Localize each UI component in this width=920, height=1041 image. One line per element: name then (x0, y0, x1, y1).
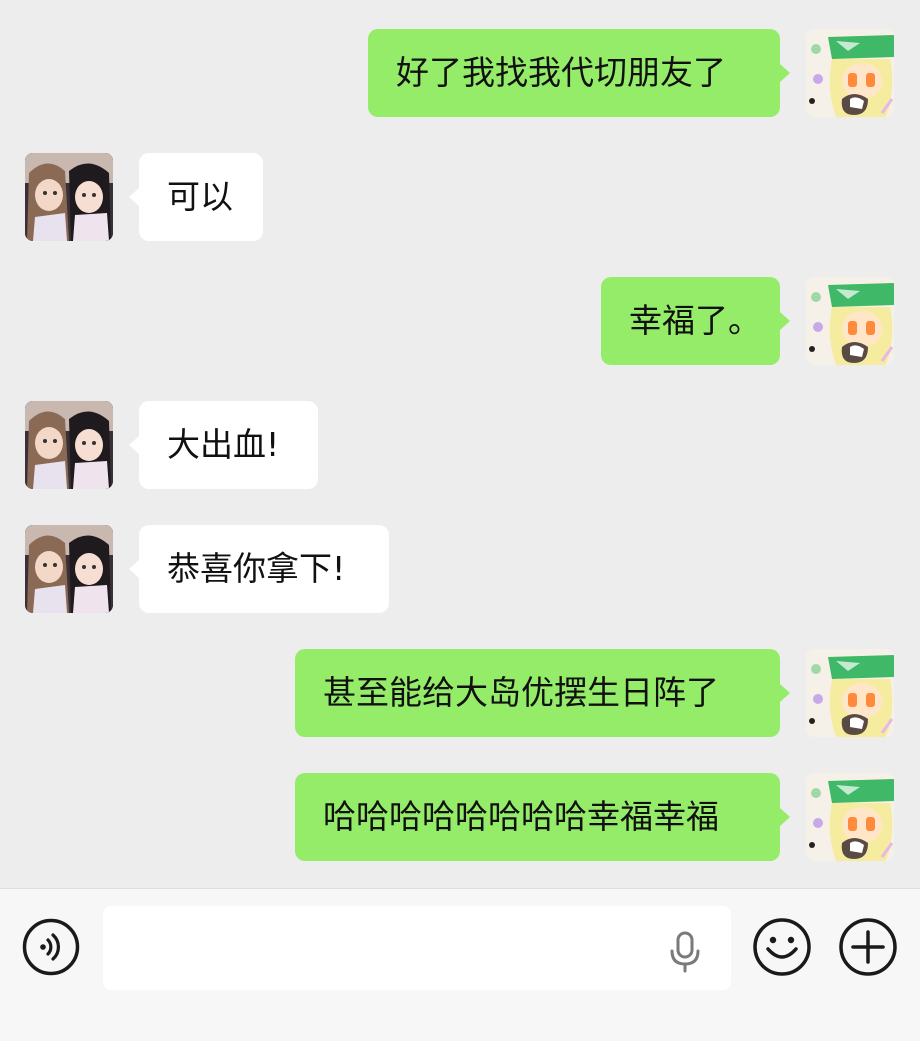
message-bubble-outgoing[interactable]: 甚至能给大岛优摆生日阵了 (295, 649, 780, 737)
bubble-tail (129, 436, 139, 454)
contact-avatar[interactable] (25, 153, 113, 241)
my-avatar[interactable] (806, 773, 894, 861)
message-bubble-incoming[interactable]: 大出血! (139, 401, 318, 489)
contact-avatar[interactable] (25, 525, 113, 613)
microphone-icon[interactable] (668, 931, 702, 973)
bubble-tail (780, 684, 790, 702)
message-bubble-incoming[interactable]: 恭喜你拿下! (139, 525, 389, 613)
my-avatar[interactable] (806, 29, 894, 117)
bubble-tail (129, 188, 139, 206)
bubble-tail (780, 808, 790, 826)
chat-input-bar (0, 888, 920, 1041)
message-input[interactable] (103, 906, 731, 990)
chat-message-list[interactable]: 好了我找我代切朋友了 可以 幸福了。 大出血! 恭喜你拿下! 甚至能给大岛优摆生… (0, 0, 920, 888)
emoji-icon[interactable] (752, 917, 812, 977)
my-avatar[interactable] (806, 277, 894, 365)
bubble-tail (780, 312, 790, 330)
message-bubble-outgoing[interactable]: 哈哈哈哈哈哈哈哈幸福幸福 (295, 773, 780, 861)
message-bubble-incoming[interactable]: 可以 (139, 153, 263, 241)
bubble-tail (780, 64, 790, 82)
message-bubble-outgoing[interactable]: 幸福了。 (601, 277, 780, 365)
contact-avatar[interactable] (25, 401, 113, 489)
bubble-tail (129, 560, 139, 578)
my-avatar[interactable] (806, 649, 894, 737)
message-bubble-outgoing[interactable]: 好了我找我代切朋友了 (368, 29, 780, 117)
voice-mode-icon[interactable] (22, 918, 80, 976)
plus-icon[interactable] (838, 917, 898, 977)
